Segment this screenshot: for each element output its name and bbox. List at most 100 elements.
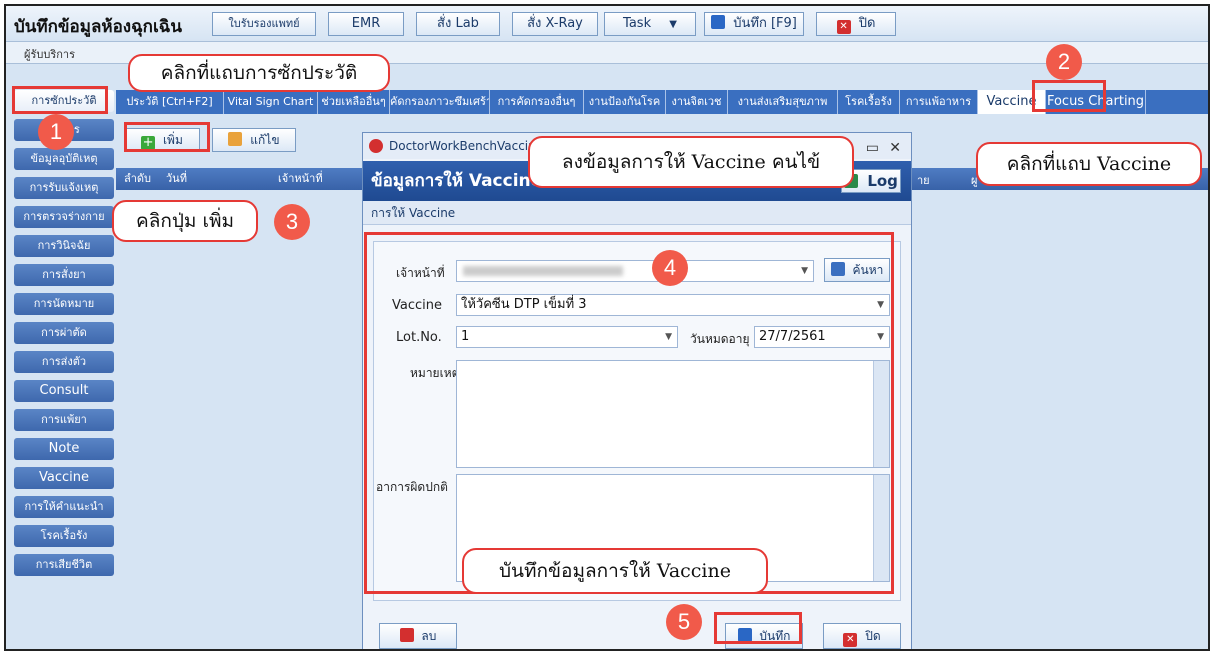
edit-label: แก้ไข xyxy=(250,133,280,147)
col-date: วันที่ xyxy=(166,172,187,185)
staff-label: เจ้าหน้าที่ xyxy=(396,266,445,280)
tab-focus-charting[interactable]: Focus Charting xyxy=(1046,90,1146,114)
search-label: ค้นหา xyxy=(852,263,884,277)
tab-chronic-disease[interactable]: โรคเรื้อรัง xyxy=(838,90,900,114)
vaccine-value: ให้วัคซีน DTP เข็มที่ 3 xyxy=(461,297,587,312)
callout-history-tab: คลิกที่แถบการซักประวัติ xyxy=(128,54,390,92)
note-scrollbar[interactable] xyxy=(873,361,889,467)
staff-select[interactable]: ▼ xyxy=(456,260,814,282)
tab-vaccine[interactable]: Vaccine xyxy=(978,90,1046,114)
maximize-icon[interactable]: ▭ xyxy=(866,135,879,161)
task-label: Task xyxy=(623,16,652,31)
sidebar-item-surgery[interactable]: การผ่าตัด xyxy=(14,322,114,344)
chevron-down-icon: ▼ xyxy=(801,266,808,276)
adverse-scrollbar[interactable] xyxy=(873,475,889,581)
dialog-close-label: ปิด xyxy=(865,629,881,643)
sidebar-item-note[interactable]: Note xyxy=(14,438,114,460)
sidebar-item-accident[interactable]: ข้อมูลอุบัติเหตุ xyxy=(14,148,114,170)
chevron-down-icon: ▼ xyxy=(877,300,884,310)
tab-depression-screening[interactable]: คัดกรองภาวะซึมเศร้า xyxy=(390,90,490,114)
sidebar-item-drug-allergy[interactable]: การแพ้ยา xyxy=(14,409,114,431)
callout-enter-data: ลงข้อมูลการให้ Vaccine คนไข้ xyxy=(528,136,854,188)
chevron-down-icon: ▼ xyxy=(665,332,672,342)
tab-strip: ประวัติ [Ctrl+F2] Vital Sign Chart ช่วยเ… xyxy=(116,90,1208,114)
sidebar-item-consult[interactable]: Consult xyxy=(14,380,114,402)
patient-label: ผู้รับบริการ xyxy=(24,48,75,61)
dialog-save-label: บันทึก xyxy=(759,629,791,643)
expiry-date-picker[interactable]: 27/7/2561 ▼ xyxy=(754,326,890,348)
lot-select[interactable]: 1 ▼ xyxy=(456,326,678,348)
sidebar-item-incident-report[interactable]: การรับแจ้งเหตุ xyxy=(14,177,114,199)
edit-button[interactable]: แก้ไข xyxy=(212,128,296,152)
order-lab-button[interactable]: สั่ง Lab xyxy=(416,12,500,36)
note-textarea[interactable] xyxy=(456,360,890,468)
search-icon xyxy=(830,262,845,276)
trash-icon xyxy=(399,628,414,642)
sidebar: การซักประวัติ อาการ ข้อมูลอุบัติเหตุ การ… xyxy=(14,90,114,649)
vaccine-select[interactable]: ให้วัคซีน DTP เข็มที่ 3 ▼ xyxy=(456,294,890,316)
expiry-value: 27/7/2561 xyxy=(759,329,826,344)
sidebar-item-referral[interactable]: การส่งตัว xyxy=(14,351,114,373)
tab-other-help[interactable]: ช่วยเหลืออื่นๆ xyxy=(318,90,390,114)
chevron-down-icon: ▼ xyxy=(877,332,884,342)
sidebar-item-appointment[interactable]: การนัดหมาย xyxy=(14,293,114,315)
tab-vital-sign-chart[interactable]: Vital Sign Chart xyxy=(224,90,318,114)
callout-vaccine-tab: คลิกที่แถบ Vaccine xyxy=(976,142,1202,186)
col-staff: เจ้าหน้าที่ xyxy=(278,172,323,185)
adverse-label: อาการผิดปกติ xyxy=(376,480,448,494)
tab-food-allergy[interactable]: การแพ้อาหาร xyxy=(900,90,978,114)
close-window-button[interactable]: ✕ ปิด xyxy=(816,12,896,36)
right-grid-panel: าย ผู xyxy=(911,118,1208,648)
sidebar-item-history-taking[interactable]: การซักประวัติ xyxy=(14,90,114,112)
staff-search-button[interactable]: ค้นหา xyxy=(824,258,890,282)
callout-save: บันทึกข้อมูลการให้ Vaccine xyxy=(462,548,768,594)
right-col-1: าย xyxy=(917,174,930,187)
dialog-close-button[interactable]: ✕ ปิด xyxy=(823,623,901,649)
add-label: เพิ่ม xyxy=(162,133,183,147)
lot-label: Lot.No. xyxy=(396,330,442,345)
dialog-section-title: การให้ Vaccine xyxy=(363,201,911,225)
step-3-badge: 3 xyxy=(274,204,310,240)
tab-health-promotion[interactable]: งานส่งเสริมสุขภาพ xyxy=(728,90,838,114)
sidebar-item-chronic-disease[interactable]: โรคเรื้อรัง xyxy=(14,525,114,547)
medical-certificate-button[interactable]: ใบรับรองแพทย์ xyxy=(212,12,316,36)
callout-add-button: คลิกปุ่ม เพิ่ม xyxy=(112,200,258,242)
sidebar-item-prescription[interactable]: การสั่งยา xyxy=(14,264,114,286)
step-2-badge: 2 xyxy=(1046,44,1082,80)
sidebar-item-death[interactable]: การเสียชีวิต xyxy=(14,554,114,576)
app-logo-icon xyxy=(369,139,383,153)
vaccine-list-panel: + เพิ่ม แก้ไข ลำดับ วันที่ เจ้าหน้าที่ xyxy=(116,118,366,648)
add-button[interactable]: + เพิ่ม xyxy=(124,128,200,152)
save-icon xyxy=(737,628,752,642)
step-1-badge: 1 xyxy=(38,114,74,150)
log-label: Log xyxy=(867,172,898,190)
sidebar-item-diagnosis[interactable]: การวินิจฉัย xyxy=(14,235,114,257)
dialog-window-title: DoctorWorkBenchVaccine xyxy=(389,139,544,153)
app-title: บันทึกข้อมูลห้องฉุกเฉิน xyxy=(14,17,182,37)
vaccine-form: เจ้าหน้าที่ ▼ ค้นหา Vaccine ให้วัคซีน DT… xyxy=(373,241,901,601)
note-label: หมายเหตุ xyxy=(410,366,460,380)
sidebar-item-vaccine[interactable]: Vaccine xyxy=(14,467,114,489)
tab-disease-prevention[interactable]: งานป้องกันโรค xyxy=(584,90,666,114)
save-f9-button[interactable]: บันทึก [F9] xyxy=(704,12,804,36)
order-xray-button[interactable]: สั่ง X-Ray xyxy=(512,12,598,36)
sidebar-item-physical-exam[interactable]: การตรวจร่างกาย xyxy=(14,206,114,228)
close-icon: ✕ xyxy=(836,20,851,34)
dialog-heading: ข้อมูลการให้ Vaccine xyxy=(371,171,543,191)
save-f9-label: บันทึก [F9] xyxy=(733,16,797,31)
close-window-label: ปิด xyxy=(858,16,876,31)
dialog-close-icon[interactable]: ✕ xyxy=(889,135,901,161)
sidebar-item-advice[interactable]: การให้คำแนะนำ xyxy=(14,496,114,518)
tab-history[interactable]: ประวัติ [Ctrl+F2] xyxy=(116,90,224,114)
col-sequence: ลำดับ xyxy=(124,172,152,185)
tab-psychiatry[interactable]: งานจิตเวช xyxy=(666,90,728,114)
pencil-icon xyxy=(228,132,243,146)
plus-icon: + xyxy=(141,135,156,150)
toolbar: บันทึกข้อมูลห้องฉุกเฉิน ใบรับรองแพทย์ EM… xyxy=(6,6,1208,42)
task-dropdown[interactable]: Task ▼ xyxy=(604,12,696,36)
emr-button[interactable]: EMR xyxy=(328,12,404,36)
delete-button[interactable]: ลบ xyxy=(379,623,457,649)
tab-other-screening[interactable]: การคัดกรองอื่นๆ xyxy=(490,90,584,114)
delete-label: ลบ xyxy=(421,629,437,643)
dialog-save-button[interactable]: บันทึก xyxy=(725,623,803,649)
